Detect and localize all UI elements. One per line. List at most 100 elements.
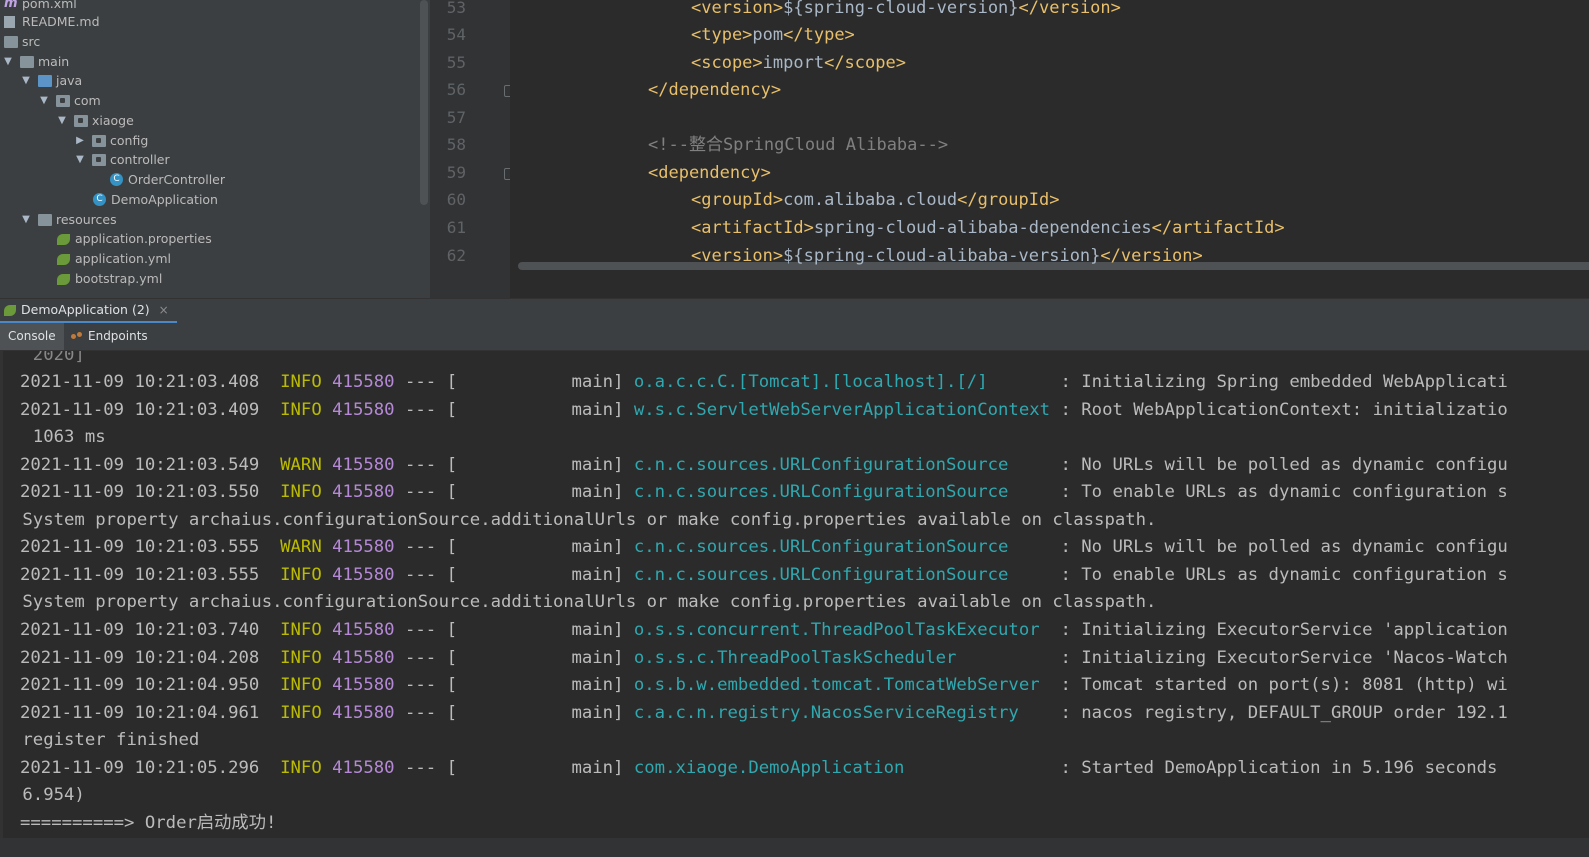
tree-item[interactable]: ▶ config — [0, 131, 420, 151]
log-thread: --- [ main] — [394, 372, 634, 392]
tab-endpoints[interactable]: Endpoints — [70, 323, 148, 350]
log-logger-link[interactable]: o.s.b.w.embedded.tomcat.TomcatWebServer — [634, 675, 1050, 695]
code-line: <!--整合SpringCloud Alibaba--> — [648, 131, 948, 159]
log-thread: --- [ main] — [394, 482, 634, 502]
log-pid: 415580 — [332, 648, 395, 668]
log-logger-link[interactable]: c.n.c.sources.URLConfigurationSource — [634, 565, 1050, 585]
run-tab-demoapplication[interactable]: DemoApplication (2) × — [0, 299, 177, 324]
log-message: : No URLs will be polled as dynamic conf… — [1050, 537, 1508, 557]
chevron-right-icon[interactable]: ▶ — [74, 131, 86, 151]
project-tree-scrollbar[interactable] — [420, 0, 428, 205]
console-left-gutter — [0, 351, 3, 857]
tree-item[interactable]: application.properties — [0, 229, 420, 249]
tree-item-label: application.properties — [75, 231, 212, 246]
xml-tag: </dependency> — [648, 80, 782, 100]
log-continuation: System property archaius.configurationSo… — [12, 592, 1157, 612]
xml-tag: </version> — [1018, 0, 1121, 18]
xml-comment: <!--整合SpringCloud Alibaba--> — [648, 135, 949, 155]
chevron-down-icon[interactable]: ▼ — [20, 71, 32, 91]
log-logger-link[interactable]: o.a.c.c.C.[Tomcat].[localhost].[/] — [634, 372, 1050, 392]
tree-item[interactable]: README.md — [0, 12, 420, 32]
log-logger-link[interactable]: c.n.c.sources.URLConfigurationSource — [634, 537, 1050, 557]
chevron-down-icon[interactable]: ▼ — [20, 210, 32, 230]
line-number: 57 — [446, 108, 466, 127]
log-pid: 415580 — [332, 372, 395, 392]
log-timestamp: 2021-11-09 10:21:04.208 — [20, 648, 281, 668]
log-level: INFO — [280, 620, 333, 640]
log-thread: --- [ main] — [394, 703, 634, 723]
spring-config-icon — [57, 274, 70, 285]
close-icon[interactable]: × — [159, 299, 169, 321]
chevron-down-icon[interactable]: ▼ — [74, 150, 86, 170]
console-line: System property archaius.configurationSo… — [12, 588, 1156, 616]
line-number: 54 — [446, 25, 466, 44]
log-thread: --- [ main] — [394, 648, 634, 668]
tree-item-label: OrderController — [128, 172, 226, 187]
code-editor[interactable]: <version>${spring-cloud-version}</versio… — [510, 0, 1589, 298]
tree-item[interactable]: ▼ java — [0, 71, 420, 91]
chevron-down-icon[interactable]: ▼ — [2, 52, 14, 72]
log-logger-link[interactable]: c.n.c.sources.URLConfigurationSource — [634, 455, 1050, 475]
tab-console[interactable]: Console — [0, 323, 64, 350]
log-message: : Root WebApplicationContext: initializa… — [1050, 400, 1508, 420]
log-logger-link[interactable]: com.xiaoge.DemoApplication — [634, 758, 1050, 778]
xml-tag: </groupId> — [957, 190, 1060, 210]
line-number: 62 — [446, 246, 466, 265]
code-line: <type>pom</type> — [691, 21, 855, 49]
log-level: INFO — [280, 675, 333, 695]
line-number: 60 — [446, 190, 466, 209]
xml-tag: <scope> — [691, 53, 763, 73]
xml-text: import — [762, 53, 825, 73]
log-timestamp: 2021-11-09 10:21:03.555 — [20, 537, 281, 557]
code-line: <version>${spring-cloud-version}</versio… — [691, 0, 1121, 22]
log-level: INFO — [280, 648, 333, 668]
log-message: : To enable URLs as dynamic configuratio… — [1050, 482, 1508, 502]
log-pid: 415580 — [332, 455, 395, 475]
log-timestamp: 2021-11-09 10:21:03.549 — [20, 455, 281, 475]
tree-item[interactable]: ▼ resources — [0, 210, 420, 230]
tree-item[interactable]: ▼ controller — [0, 150, 420, 170]
log-timestamp: 2021-11-09 10:21:03.550 — [20, 482, 281, 502]
log-logger-link[interactable]: c.n.c.sources.URLConfigurationSource — [634, 482, 1050, 502]
log-thread: --- [ main] — [394, 400, 634, 420]
log-continuation: 6.954) — [12, 785, 85, 805]
line-number: 59 — [446, 163, 466, 182]
log-continuation: System property archaius.configurationSo… — [12, 510, 1157, 530]
log-logger-link[interactable]: o.s.s.concurrent.ThreadPoolTaskExecutor — [634, 620, 1050, 640]
code-line: <scope>import</scope> — [691, 49, 906, 77]
line-number: 61 — [446, 218, 466, 237]
log-logger-link[interactable]: o.s.s.c.ThreadPoolTaskScheduler — [634, 648, 1050, 668]
chevron-down-icon[interactable]: ▼ — [56, 111, 68, 131]
line-number: 53 — [446, 0, 466, 17]
tree-item[interactable]: ▼ main — [0, 52, 420, 72]
xml-text: spring-cloud-alibaba-dependencies — [813, 218, 1152, 238]
log-message: : nacos registry, DEFAULT_GROUP order 19… — [1050, 703, 1508, 723]
tree-item[interactable]: C OrderController — [0, 170, 420, 190]
tree-item[interactable]: bootstrap.yml — [0, 269, 420, 289]
xml-text: pom — [752, 25, 784, 45]
console-line: 1063 ms — [12, 423, 106, 451]
tree-item[interactable]: application.yml — [0, 249, 420, 269]
chevron-down-icon[interactable]: ▼ — [38, 91, 50, 111]
maven-icon: m — [4, 0, 18, 11]
tree-item[interactable]: src — [0, 32, 420, 52]
spring-boot-class-icon: C — [93, 193, 106, 206]
xml-text: ${spring-cloud-alibaba-version} — [783, 246, 1101, 266]
run-tool-window-tabs: DemoApplication (2) × — [0, 298, 1589, 324]
console-output[interactable]: 2020] 2021-11-09 10:21:03.408 INFO 415580… — [0, 351, 1589, 857]
log-pid: 415580 — [332, 400, 395, 420]
project-tree: m pom.xml README.md src ▼ main ▼ java ▼ com ▼ xiaog… — [0, 0, 430, 298]
package-icon — [56, 95, 70, 107]
tree-item[interactable]: ▼ xiaoge — [0, 111, 420, 131]
log-logger-link[interactable]: w.s.c.ServletWebServerApplicationContext — [634, 400, 1050, 420]
log-logger-link[interactable]: c.a.c.n.registry.NacosServiceRegistry — [634, 703, 1050, 723]
code-line: <dependency> — [648, 159, 771, 187]
tree-item[interactable]: ▼ com — [0, 91, 420, 111]
console-line: 2021-11-09 10:21:03.409 INFO 415580 --- … — [20, 396, 1508, 424]
tree-item[interactable]: C DemoApplication — [0, 190, 420, 210]
xml-tag: </type> — [783, 25, 855, 45]
log-message: : Initializing Spring embedded WebApplic… — [1050, 372, 1508, 392]
tree-item-label: resources — [56, 212, 117, 227]
log-message: : No URLs will be polled as dynamic conf… — [1050, 455, 1508, 475]
console-line: System property archaius.configurationSo… — [12, 506, 1156, 534]
